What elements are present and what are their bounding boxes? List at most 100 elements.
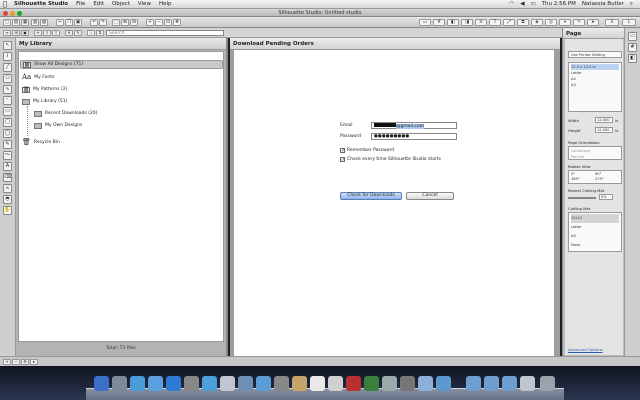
browser-icon[interactable] [436,376,451,391]
freehand-tool-icon[interactable]: ✎ [3,140,12,149]
itunes-icon[interactable] [256,376,271,391]
messages-icon[interactable] [202,376,217,391]
trash-dock-icon[interactable] [540,376,555,391]
page-setup-icon[interactable]: ▭ [419,19,431,26]
fill-color-icon[interactable]: ◧ [447,19,459,26]
cut-icon[interactable]: ✂ [56,19,64,26]
time-machine-icon[interactable] [382,376,397,391]
rename-icon[interactable]: ✎ [74,30,82,36]
email-field[interactable]: @gmail.com [371,122,457,129]
library-item-recent-downloads[interactable]: Recent Downloads (20) [34,109,97,118]
zoom-out-icon[interactable]: − [155,19,163,26]
eraser-tool-icon[interactable]: ⌫ [3,173,12,182]
add-icon[interactable]: + [3,359,11,365]
knife-tool-icon[interactable]: ⚔ [3,184,12,193]
photo-icon[interactable] [238,376,253,391]
remember-password-checkbox[interactable]: ✓ Remember Password [340,148,394,154]
menubar-user[interactable]: Natassia Butler [579,1,627,7]
menu-view[interactable]: View [134,1,155,7]
send-icon[interactable]: ▧ [40,19,48,26]
line-color-icon[interactable]: ◨ [461,19,473,26]
settings-icon[interactable]: ⚙ [21,359,29,365]
dashboard-icon[interactable] [112,376,127,391]
menu-file[interactable]: File [72,1,89,7]
offset-icon[interactable]: ◎ [545,19,557,26]
mail-icon[interactable] [130,376,145,391]
photo-booth-icon[interactable] [346,376,361,391]
ungroup-icon[interactable]: ⊟ [130,19,138,26]
open-icon[interactable]: ▤ [12,19,20,26]
line-tool-icon[interactable]: ╱ [3,63,12,72]
rotate-270-option[interactable]: 270° [595,177,619,182]
transform-icon[interactable]: ⤢ [503,19,515,26]
menu-object[interactable]: Object [108,1,134,7]
utilities-icon[interactable] [400,376,415,391]
line-style-icon[interactable]: ≡ [475,19,487,26]
import-icon[interactable]: ⇩ [43,30,51,36]
pan-icon[interactable]: ✥ [173,19,181,26]
check-for-downloads-button[interactable]: Check for Downloads [340,192,402,200]
paste-icon[interactable]: ▣ [74,19,82,26]
minus-icon[interactable]: − [12,359,20,365]
info-icon[interactable]: i [87,30,95,36]
media-size-option[interactable]: A3 [571,82,619,88]
print-icon[interactable]: ▥ [31,19,39,26]
text-style-icon[interactable]: T [489,19,501,26]
view-grid-icon[interactable]: ⊞ [12,30,20,36]
library-item-my-fonts[interactable]: Aa My Fonts [22,73,54,82]
menubar-clock[interactable]: Thu 2:56 PM [539,1,579,7]
documents-folder-icon[interactable] [484,376,499,391]
calendar-icon[interactable] [310,376,325,391]
cutting-mat-option[interactable]: A4 [571,232,619,241]
preview-icon[interactable] [274,376,289,391]
cancel-button[interactable]: Cancel [406,192,454,200]
rotate-180-option[interactable]: 180° [571,177,595,182]
edit-points-icon[interactable]: ⌇ [3,52,12,61]
smooth-freehand-tool-icon[interactable]: 〜 [3,151,12,160]
library-item-my-own-designs[interactable]: My Own Designs [34,121,82,130]
library-item-my-library[interactable]: My Library (51) [22,97,67,106]
library-item-recycle-bin[interactable]: 🗑 Recycle Bin [22,138,60,147]
close-window-icon[interactable] [3,10,8,16]
safari-icon[interactable] [148,376,163,391]
group-icon[interactable]: ⊞ [121,19,129,26]
delete-icon[interactable]: ✕ [65,30,73,36]
printer-setting-field[interactable]: Use Printer Setting [568,51,622,58]
text-tool-icon[interactable]: A [3,162,12,171]
applications-folder-icon[interactable] [466,376,481,391]
menu-app[interactable]: Silhouette Studio [10,1,72,7]
facetime-icon[interactable] [220,376,235,391]
menu-help[interactable]: Help [155,1,176,7]
orientation-portrait[interactable]: Portrait [571,154,619,160]
advanced-options-link[interactable]: Advanced Options [568,347,603,352]
silhouette-app-icon[interactable] [364,376,379,391]
spotlight-icon[interactable]: ⌕ [627,1,636,8]
volume-icon[interactable]: ◀ [517,1,527,7]
stack-icon[interactable] [520,376,535,391]
downloads-folder-icon[interactable] [502,376,517,391]
cutting-mat-option[interactable]: Letter [571,223,619,232]
battery-icon[interactable]: ▭ [527,1,538,7]
copy-icon[interactable]: ❐ [65,19,73,26]
apple-icon[interactable]:  [0,0,10,8]
redo-icon[interactable]: ↷ [99,19,107,26]
app-store-icon[interactable] [166,376,181,391]
library-item-my-patterns[interactable]: ▒ My Patterns (2) [22,85,67,94]
grid-panel-tab-icon[interactable]: # [628,43,637,52]
zoom-window-icon[interactable] [17,10,22,16]
media-size-list[interactable]: 12.0 x 12.0 in Letter A4 A3 [568,62,622,112]
new-folder-icon[interactable]: + [34,30,42,36]
curve-tool-icon[interactable]: ∿ [3,85,12,94]
ellipse-tool-icon[interactable]: ◯ [3,129,12,138]
view-large-icon[interactable]: ▣ [21,30,29,36]
save-icon[interactable]: ▦ [21,19,29,26]
cutting-mat-option[interactable]: 12x12 [571,214,619,223]
system-preferences-icon[interactable] [184,376,199,391]
minimize-window-icon[interactable] [10,10,15,16]
pan-tool-icon[interactable]: ✋ [3,206,12,215]
replicate-icon[interactable]: ⧉ [517,19,529,26]
page-panel-tab-icon[interactable]: ▭ [628,32,637,41]
notes-icon[interactable] [328,376,343,391]
arrow-icon[interactable]: ▸ [30,359,38,365]
password-field[interactable]: ●●●●●●●●● [371,133,457,140]
